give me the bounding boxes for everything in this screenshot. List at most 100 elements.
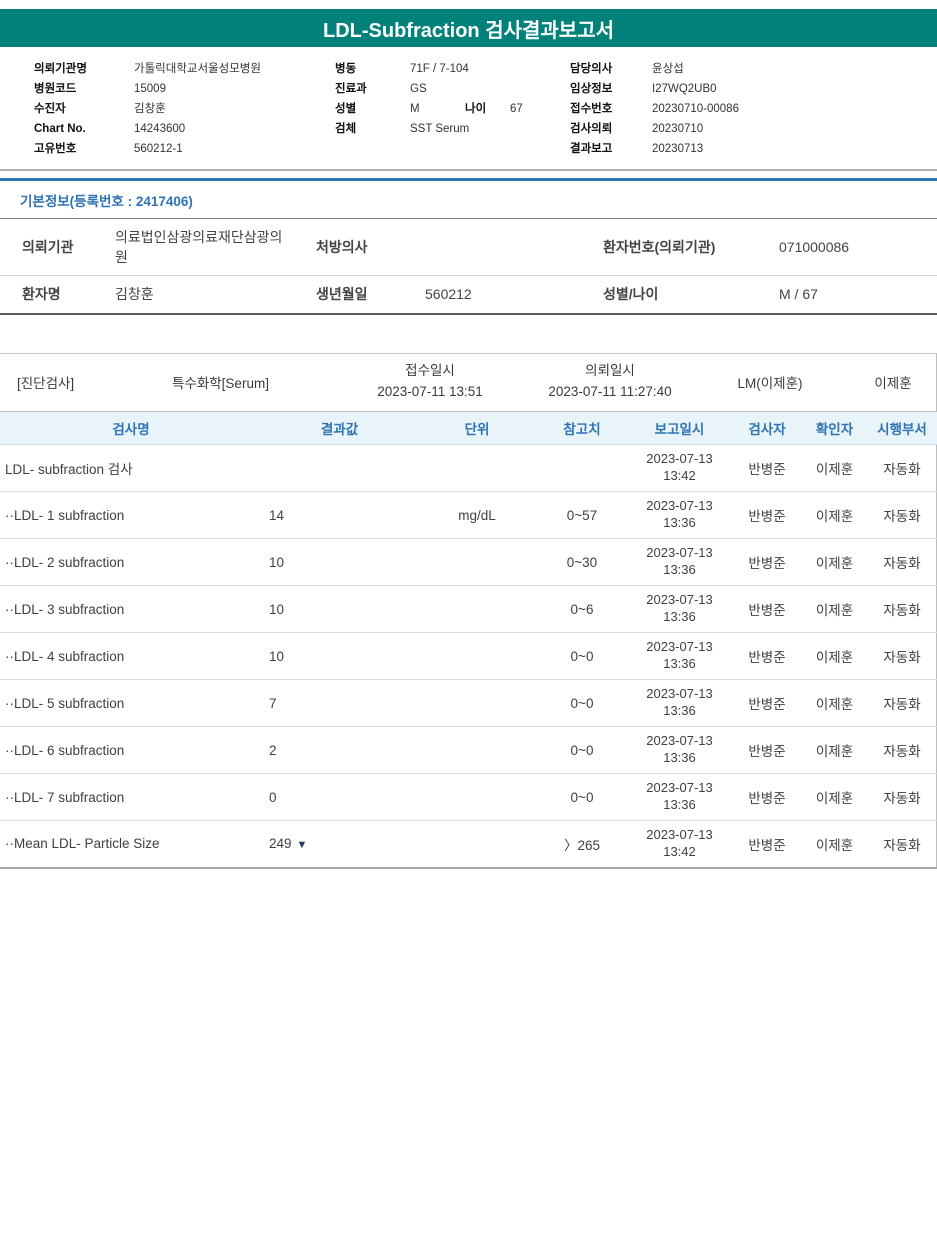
department: 자동화 [867, 774, 937, 821]
column-header-tester: 검사자 [732, 412, 802, 445]
field-label: 처방의사 [313, 219, 420, 276]
confirmer: 이제훈 [802, 680, 867, 727]
field-label: 환자번호(의뢰기관) [600, 219, 775, 276]
field-value: 560212 [420, 276, 600, 314]
header-field: 임상정보I27WQ2UB0 [570, 79, 937, 99]
basic-info-section: 기본정보(등록번호 : 2417406) 의뢰기관 의료법인삼광의료재단삼광의원… [0, 178, 937, 315]
test-name: ··LDL- 5 subfraction [0, 680, 262, 727]
request-value: 2023-07-11 11:27:40 [548, 384, 671, 399]
department: 자동화 [867, 633, 937, 680]
basic-info-table: 의뢰기관 의료법인삼광의료재단삼광의원 처방의사 환자번호(의뢰기관) 0710… [0, 218, 937, 315]
report-time: 13:42 [663, 844, 696, 859]
result-value: 7 [262, 680, 417, 727]
reader-name: 이제훈 [850, 372, 936, 392]
header-field: 진료과GS [335, 79, 570, 99]
header-field-sex-age: 성별M나이67 [335, 99, 570, 119]
column-header-unit: 단위 [417, 412, 537, 445]
test-name: ··Mean LDL- Particle Size [0, 821, 262, 868]
test-result-block: [진단검사] 특수화학[Serum] 접수일시 2023-07-11 13:51… [0, 353, 937, 869]
header-field: Chart No.14243600 [34, 119, 300, 139]
report-datetime: 2023-07-1313:36 [627, 492, 732, 539]
report-datetime: 2023-07-13 13:42 [627, 821, 732, 868]
field-value: 20230713 [652, 139, 703, 159]
column-header-confirmer: 확인자 [802, 412, 867, 445]
field-label: 진료과 [335, 79, 410, 99]
test-name: ··LDL- 3 subfraction [0, 586, 262, 633]
header-field: 고유번호560212-1 [34, 139, 300, 159]
field-label: 성별/나이 [600, 276, 775, 314]
report-date: 2023-07-13 [646, 451, 713, 466]
header-field: 의뢰기관명가톨릭대학교서울성모병원 [34, 59, 300, 79]
field-value: GS [410, 79, 427, 99]
header-field: 결과보고20230713 [570, 139, 937, 159]
receipt-label: 접수일시 [405, 363, 455, 378]
report-date: 2023-07-13 [646, 686, 713, 701]
result-row: ··LDL- 7 subfraction 0 0~0 2023-07-1313:… [0, 774, 937, 821]
field-value: 560212-1 [134, 139, 183, 159]
column-header-reference: 참고치 [537, 412, 627, 445]
report-date: 2023-07-13 [646, 545, 713, 560]
field-label: 수진자 [34, 99, 134, 119]
patient-header-middle: 병동71F / 7-104 진료과GS 성별M나이67 검체SST Serum [300, 59, 570, 159]
receipt-datetime: 접수일시 2023-07-11 13:51 [330, 361, 530, 403]
result-text: 10 [269, 649, 284, 664]
field-label: 임상정보 [570, 79, 652, 99]
reference-range: 0~0 [537, 680, 627, 727]
reference-range: 0~0 [537, 727, 627, 774]
low-flag-icon: ▼ [297, 839, 308, 851]
report-date: 2023-07-13 [646, 733, 713, 748]
reference-range [537, 445, 627, 492]
report-date: 2023-07-13 [646, 827, 713, 842]
result-text: 249 [269, 836, 292, 851]
field-value: SST Serum [410, 119, 469, 139]
header-field: 병원코드15009 [34, 79, 300, 99]
department: 자동화 [867, 445, 937, 492]
field-label: 검사의뢰 [570, 119, 652, 139]
result-row: ··LDL- 2 subfraction 10 0~30 2023-07-131… [0, 539, 937, 586]
report-time: 13:36 [663, 609, 696, 624]
confirmer: 이제훈 [802, 821, 867, 868]
request-datetime: 의뢰일시 2023-07-11 11:27:40 [530, 361, 690, 403]
confirmer: 이제훈 [802, 492, 867, 539]
reference-range: 0~30 [537, 539, 627, 586]
field-value: 20230710 [652, 119, 703, 139]
result-value: 10 [262, 586, 417, 633]
report-datetime: 2023-07-1313:36 [627, 680, 732, 727]
report-datetime: 2023-07-1313:36 [627, 539, 732, 586]
report-title: LDL-Subfraction 검사결과보고서 [323, 14, 614, 43]
test-panel: 특수화학[Serum] [150, 372, 330, 392]
basic-info-title: 기본정보(등록번호 : 2417406) [0, 181, 937, 218]
confirmer: 이제훈 [802, 586, 867, 633]
ordering-institution-value: 의료법인삼광의료재단삼광의원 [115, 227, 287, 268]
unit [417, 586, 537, 633]
confirmer: 이제훈 [802, 633, 867, 680]
field-value: 67 [510, 99, 523, 119]
tester: 반병준 [732, 821, 802, 868]
field-value: 가톨릭대학교서울성모병원 [134, 59, 261, 79]
unit [417, 445, 537, 492]
result-text: 10 [269, 602, 284, 617]
field-value: M [410, 99, 465, 119]
department: 자동화 [867, 821, 937, 868]
result-text: 0 [269, 790, 277, 805]
field-value: 71F / 7-104 [410, 59, 469, 79]
tester: 반병준 [732, 445, 802, 492]
confirmer: 이제훈 [802, 727, 867, 774]
tester: 반병준 [732, 492, 802, 539]
test-name: LDL- subfraction 검사 [0, 445, 262, 492]
result-row: ··LDL- 1 subfraction 14 mg/dL 0~57 2023-… [0, 492, 937, 539]
field-label: 담당의사 [570, 59, 652, 79]
unit [417, 727, 537, 774]
result-table: 검사명 결과값 단위 참고치 보고일시 검사자 확인자 시행부서 LDL- su… [0, 412, 937, 869]
result-row: ··LDL- 6 subfraction 2 0~0 2023-07-1313:… [0, 727, 937, 774]
field-label: 병동 [335, 59, 410, 79]
report-time: 13:42 [663, 468, 696, 483]
report-date: 2023-07-13 [646, 780, 713, 795]
test-name: ··LDL- 7 subfraction [0, 774, 262, 821]
confirmer: 이제훈 [802, 445, 867, 492]
result-text: 2 [269, 743, 277, 758]
result-value [262, 445, 417, 492]
field-label: Chart No. [34, 119, 134, 139]
field-value [420, 219, 600, 276]
reference-range: 0~57 [537, 492, 627, 539]
